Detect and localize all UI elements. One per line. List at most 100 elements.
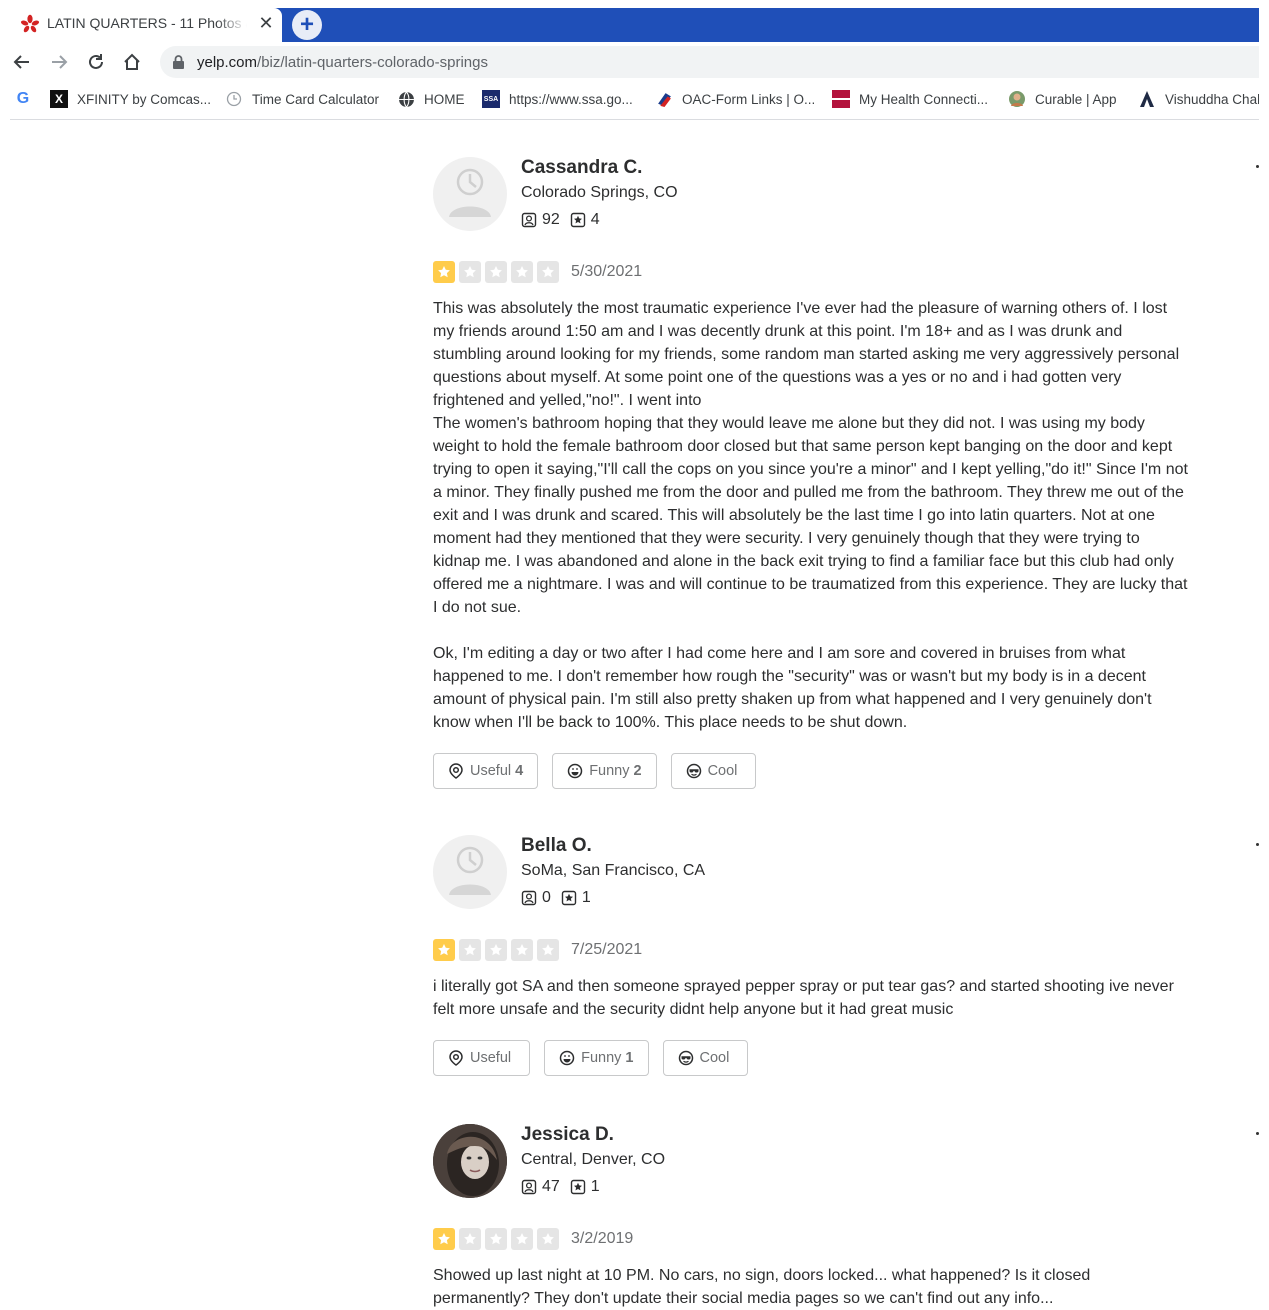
- yelp-icon: [20, 14, 40, 33]
- reviews-count: 4: [590, 211, 600, 228]
- useful-icon: [449, 1050, 463, 1066]
- reload-icon: [89, 54, 103, 69]
- bookmark-label: HOME: [424, 91, 465, 107]
- more-options-icon[interactable]: [1256, 165, 1259, 168]
- bookmark-time-card[interactable]: Time Card Calculator: [225, 88, 379, 110]
- tab-strip: LATIN QUARTERS - 11 Photos & 23 Reviews …: [10, 8, 1259, 42]
- home-icon: [124, 53, 140, 70]
- bookmark-label: https://www.ssa.go...: [509, 91, 633, 107]
- star-icon: [459, 939, 481, 961]
- bookmark-google[interactable]: G: [14, 88, 41, 110]
- reviews-star-icon: [570, 212, 585, 228]
- friends-icon: [521, 890, 537, 906]
- oac-icon: [655, 90, 673, 108]
- toolbar-divider: [10, 119, 1259, 120]
- friends-icon: [521, 212, 537, 228]
- funny-icon: [559, 1050, 575, 1066]
- useful-label: Useful: [470, 763, 512, 779]
- default-avatar[interactable]: [433, 157, 507, 231]
- star-icon: [537, 939, 559, 961]
- reviews-star-icon: [561, 890, 577, 906]
- url-text: yelp.com/biz/latin-quarters-colorado-spr…: [197, 54, 488, 71]
- tab-title: LATIN QUARTERS - 11 Photos & 23 Reviews: [47, 15, 247, 31]
- star-icon: [459, 261, 481, 283]
- vote-buttons: Useful Funny 1 Cool: [433, 1040, 762, 1076]
- url-host: yelp.com: [197, 54, 258, 71]
- bookmarks-bar: G X XFINITY by Comcas... Time Card Calcu…: [10, 84, 1259, 114]
- funny-count: 1: [625, 1050, 634, 1066]
- bookmark-oac[interactable]: OAC-Form Links | O...: [655, 88, 815, 110]
- new-tab-button[interactable]: +: [292, 10, 322, 40]
- more-options-icon[interactable]: [1256, 843, 1259, 846]
- user-location: Colorado Springs, CO: [521, 184, 678, 201]
- user-name[interactable]: Jessica D.: [521, 1124, 614, 1146]
- bookmark-home[interactable]: HOME: [397, 88, 465, 110]
- browser-toolbar: yelp.com/biz/latin-quarters-colorado-spr…: [0, 44, 1269, 80]
- vishuddha-icon: [1138, 90, 1156, 108]
- funny-button[interactable]: Funny 2: [552, 753, 657, 789]
- bookmark-label: XFINITY by Comcas...: [77, 91, 212, 107]
- review-text: i literally got SA and then someone spra…: [433, 978, 1174, 1018]
- forward-button[interactable]: [45, 48, 73, 76]
- star-rating: 3/2/2019: [433, 1227, 633, 1251]
- friends-count: 0: [542, 889, 551, 906]
- bookmark-label: Vishuddha Chakra: [1165, 91, 1259, 107]
- star-icon: [433, 939, 455, 961]
- review-text: Showed up last night at 10 PM. No cars, …: [433, 1267, 1091, 1307]
- more-options-icon[interactable]: [1256, 1132, 1259, 1135]
- star-rating: 5/30/2021: [433, 260, 642, 284]
- user-photo-icon: [433, 1124, 507, 1198]
- star-icon: [537, 1228, 559, 1250]
- star-icon: [511, 1228, 533, 1250]
- user-stats: 47 1: [521, 1178, 610, 1196]
- review-item: Cassandra C. Colorado Springs, CO 92 4 5…: [433, 157, 1259, 797]
- close-tab-icon[interactable]: ✕: [256, 13, 276, 33]
- funny-label: Funny: [581, 1050, 622, 1066]
- cool-label: Cool: [699, 1050, 730, 1066]
- bookmark-ssa[interactable]: SSA https://www.ssa.go...: [482, 88, 633, 110]
- star-icon: [485, 939, 507, 961]
- user-name[interactable]: Bella O.: [521, 835, 592, 857]
- useful-count: 4: [515, 763, 524, 779]
- bookmark-my-health[interactable]: My Health Connecti...: [832, 88, 988, 110]
- address-bar[interactable]: yelp.com/biz/latin-quarters-colorado-spr…: [160, 46, 1259, 78]
- reviews-count: 1: [581, 889, 591, 906]
- globe-icon: [397, 90, 415, 108]
- arrow-right-icon: [52, 55, 68, 69]
- useful-label: Useful: [470, 1050, 512, 1066]
- star-icon: [433, 1228, 455, 1250]
- funny-button[interactable]: Funny 1: [544, 1040, 649, 1076]
- friends-count: 47: [542, 1178, 560, 1195]
- xfinity-icon: X: [50, 90, 68, 108]
- vote-buttons: Useful 4 Funny 2 Cool: [433, 753, 770, 789]
- active-tab[interactable]: LATIN QUARTERS - 11 Photos & 23 Reviews …: [10, 8, 282, 42]
- bookmark-vishuddha[interactable]: Vishuddha Chakra: [1138, 88, 1259, 110]
- user-location: SoMa, San Francisco, CA: [521, 862, 706, 879]
- bookmark-xfinity[interactable]: X XFINITY by Comcas...: [50, 88, 211, 110]
- useful-button[interactable]: Useful: [433, 1040, 531, 1076]
- bookmark-curable[interactable]: Curable | App: [1008, 88, 1117, 110]
- reviews-star-icon: [570, 1179, 585, 1195]
- cool-button[interactable]: Cool: [662, 1040, 749, 1076]
- useful-button[interactable]: Useful 4: [433, 753, 539, 789]
- default-avatar[interactable]: [433, 835, 507, 909]
- user-name[interactable]: Cassandra C.: [521, 157, 642, 179]
- user-photo[interactable]: [433, 1124, 507, 1198]
- user-location: Central, Denver, CO: [521, 1151, 666, 1168]
- back-button[interactable]: [8, 48, 36, 76]
- default-user-icon: [449, 846, 491, 895]
- reload-button[interactable]: [82, 48, 110, 76]
- funny-label: Funny: [589, 763, 630, 779]
- friends-count: 92: [542, 211, 560, 228]
- user-stats: 92 4: [521, 211, 610, 229]
- health-icon: [832, 90, 850, 108]
- google-icon: G: [16, 90, 30, 107]
- star-icon: [485, 1228, 507, 1250]
- bookmark-label: OAC-Form Links | O...: [682, 91, 816, 107]
- review-item: Bella O. SoMa, San Francisco, CA 0 1 7/2…: [433, 835, 1259, 1085]
- review-date: 5/30/2021: [571, 263, 643, 280]
- home-button[interactable]: [118, 48, 146, 76]
- url-path: /biz/latin-quarters-colorado-springs: [257, 54, 488, 71]
- clock-icon: [225, 90, 243, 108]
- cool-button[interactable]: Cool: [670, 753, 757, 789]
